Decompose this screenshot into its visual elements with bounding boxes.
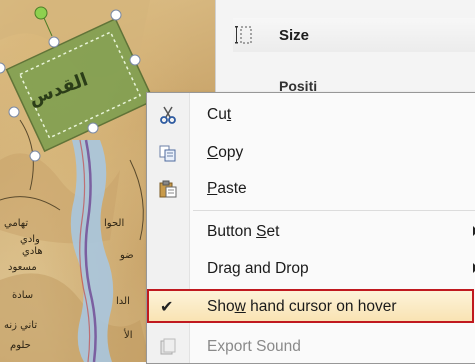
size-label: Size <box>279 26 310 44</box>
map-place-label: الأ <box>124 330 133 341</box>
paste-icon <box>159 180 177 198</box>
menu-item-export-sound: Export Sound <box>147 329 475 363</box>
map-place-label: مسعود <box>8 262 37 273</box>
map-place-label: ضو <box>120 250 134 261</box>
menu-separator <box>193 210 475 211</box>
map-place-label: الدا <box>116 296 130 307</box>
map-place-label: هادي <box>22 246 43 257</box>
size-group-button[interactable]: Size <box>233 18 475 52</box>
menu-item-paste[interactable]: Paste <box>147 171 475 207</box>
copy-icon <box>159 144 177 162</box>
map-place-label: الحوا <box>104 218 125 229</box>
map-place-label: حلوم <box>10 340 31 351</box>
menu-item-button-set[interactable]: Button Set <box>147 214 475 250</box>
menu-item-cut[interactable]: Cut <box>147 97 475 133</box>
checkmark-icon: ✔ <box>160 299 174 316</box>
map-place-label: وادي <box>20 234 40 245</box>
menu-item-copy[interactable]: Copy <box>147 135 475 171</box>
menu-item-drag-and-drop[interactable]: Drag and Drop <box>147 251 475 287</box>
map-place-label: سادة <box>12 290 34 301</box>
map-place-label: تاني زنه <box>4 320 38 331</box>
scissors-icon <box>159 106 177 124</box>
menu-item-show-hand-cursor[interactable]: ✔ Show hand cursor on hover <box>147 289 474 323</box>
context-menu: Cut Copy Paste Button Set Drag and Drop … <box>146 92 475 364</box>
size-icon <box>233 24 255 46</box>
map-place-label: تهامي <box>4 218 29 229</box>
export-sound-icon <box>159 338 177 356</box>
